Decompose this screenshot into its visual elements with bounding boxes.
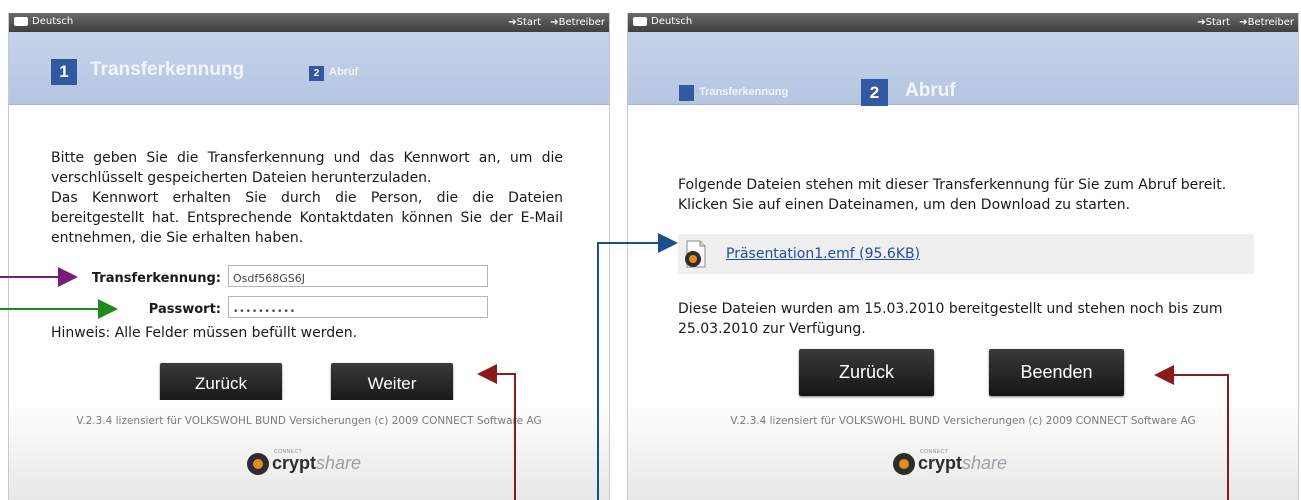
arrow-to-file-link	[597, 233, 678, 500]
arrow-to-next-button	[477, 364, 516, 500]
arrow-to-finish-button	[1154, 365, 1229, 500]
annotation-arrows	[0, 233, 1229, 500]
